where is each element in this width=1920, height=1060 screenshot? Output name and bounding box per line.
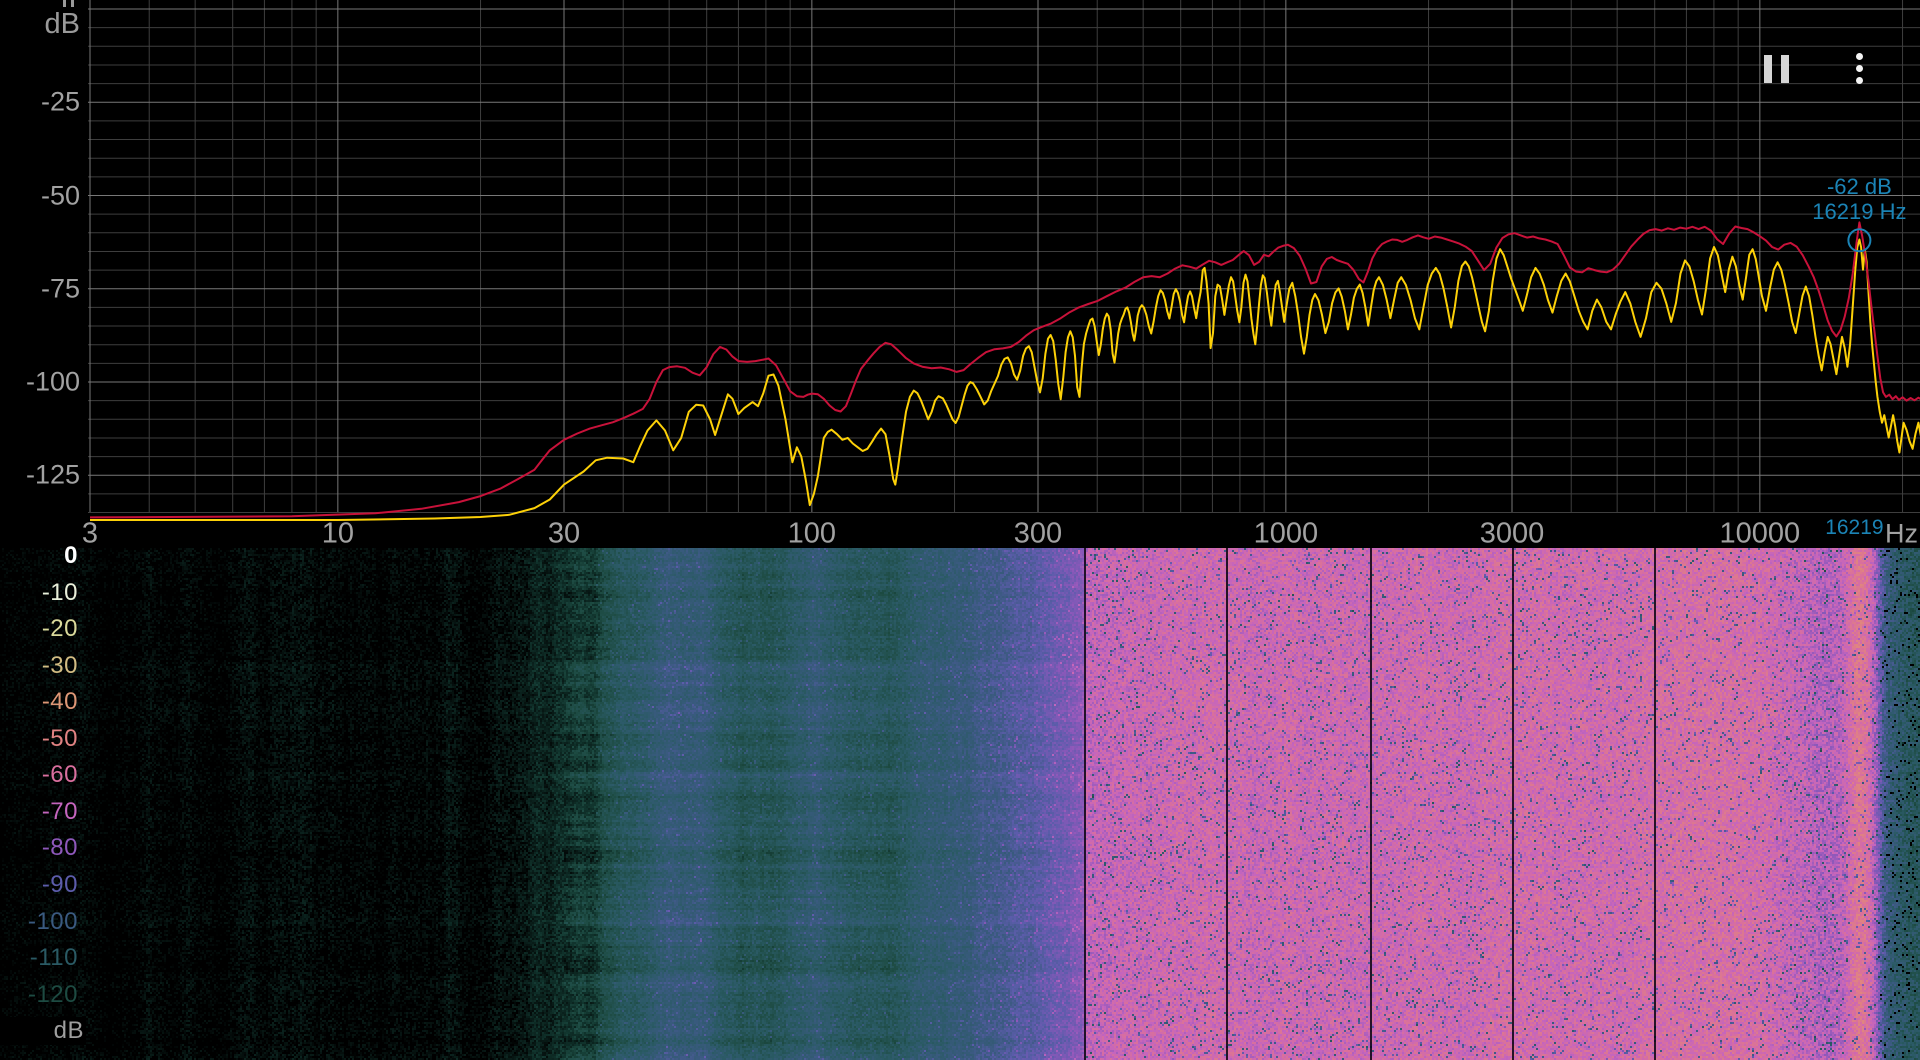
scale-label--60: -60 [41,761,78,789]
y-axis-unit-label: dB [44,8,80,40]
scale-label--120: -120 [27,980,78,1008]
marker-db-value: -62 dB [1826,174,1892,199]
y-tick-label--50: -50 [40,180,80,210]
scale-label--110: -110 [29,944,78,972]
cursor-frequency-label: 16219 [1825,516,1884,539]
scale-label--50: -50 [41,724,78,752]
red-trace [89,221,1920,519]
spectrogram-pane[interactable] [0,548,1920,1060]
spectrum-analyzer-app: dB -25 -50 -75 -100 -125 3 10 30 100 300 1000 3000… [0,0,1920,1060]
more-vert-icon [1856,77,1863,84]
scale-label--90: -90 [41,870,78,898]
axis-top-tick [63,0,66,7]
more-vert-icon [1856,53,1863,60]
x-tick-label-10000: 10000 [1719,517,1801,550]
pause-icon [1764,55,1772,83]
y-tick-label--25: -25 [40,86,80,117]
scale-label--20: -20 [41,615,78,643]
scale-label--100: -100 [27,907,78,935]
grid-minor-lines [88,0,1920,514]
yellow-trace [90,238,1920,521]
marker-freq-value: 16219 Hz [1812,199,1907,224]
x-tick-label-3: 3 [81,517,99,550]
overflow-menu-button[interactable] [1838,44,1880,90]
y-tick-label--100: -100 [25,366,80,397]
x-tick-label-300: 300 [1013,517,1063,550]
spectrum-plot[interactable] [0,0,1920,548]
pause-icon [1781,55,1789,83]
x-tick-label-100: 100 [787,517,837,550]
scale-label--10: -10 [41,578,78,606]
x-tick-label-10: 10 [321,517,354,550]
scale-label-0: 0 [64,542,78,569]
pause-button[interactable] [1752,44,1798,90]
y-tick-label--125: -125 [25,459,80,490]
x-tick-label-3000: 3000 [1479,517,1545,550]
scale-label--80: -80 [41,834,78,862]
spectrogram-unit-label: dB [0,1017,86,1046]
x-tick-label-30: 30 [547,517,581,550]
spectrogram-waterfall[interactable] [0,548,1920,1060]
scale-label--70: -70 [41,797,78,825]
y-tick-label--75: -75 [40,273,80,304]
x-axis-unit-label: Hz [1885,518,1918,549]
scale-label--30: -30 [41,651,78,679]
spectrum-plot-pane[interactable]: dB -25 -50 -75 -100 -125 3 10 30 100 300 1000 3000… [0,0,1920,550]
marker-readout: -62 dB 16219 Hz [1812,174,1906,224]
more-vert-icon [1856,65,1863,72]
axis-top-tick [71,0,74,7]
grid-major-lines [88,0,1920,512]
scale-label--40: -40 [41,688,78,716]
x-tick-label-1000: 1000 [1253,517,1319,550]
